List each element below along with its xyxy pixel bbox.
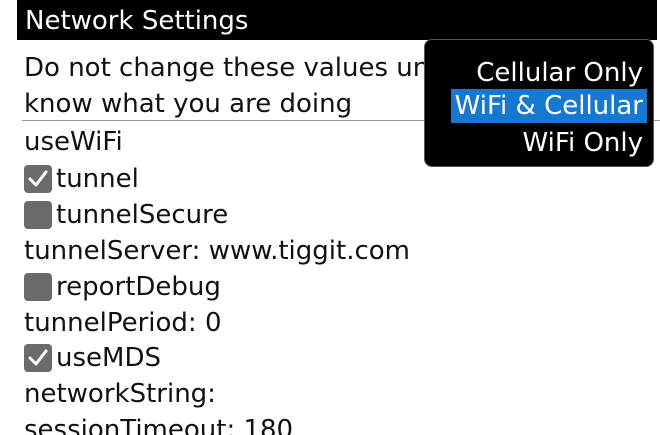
usemds-checkbox[interactable] <box>24 344 52 372</box>
sessiontimeout-text: sessionTimeout: 180 <box>24 415 294 435</box>
dropdown-option-cellular-only[interactable]: Cellular Only <box>472 56 647 90</box>
tunnel-checkbox[interactable] <box>24 165 52 193</box>
tunnelperiod-text: tunnelPeriod: 0 <box>24 308 222 338</box>
dropdown-option-wifi-only[interactable]: WiFi Only <box>519 126 647 160</box>
reportdebug-label: reportDebug <box>56 272 221 302</box>
tunnelperiod-field[interactable]: tunnelPeriod: 0 <box>24 306 222 340</box>
page-title: Network Settings <box>17 0 657 40</box>
networkstring-field[interactable]: networkString: <box>24 377 216 411</box>
tunnelserver-field[interactable]: tunnelServer: www.tiggit.com <box>24 234 410 268</box>
usemds-label: useMDS <box>56 343 161 373</box>
tunnelsecure-option[interactable]: tunnelSecure <box>24 198 228 232</box>
sessiontimeout-field[interactable]: sessionTimeout: 180 <box>24 413 293 435</box>
networkstring-text: networkString: <box>24 379 216 409</box>
reportdebug-option[interactable]: reportDebug <box>24 270 221 304</box>
network-settings-screen: Network Settings Do not change these val… <box>0 0 660 435</box>
tunnel-label: tunnel <box>56 164 139 194</box>
reportdebug-checkbox[interactable] <box>24 273 52 301</box>
usemds-option[interactable]: useMDS <box>24 341 161 375</box>
usewifi-field[interactable]: useWiFi <box>24 125 123 159</box>
tunnelserver-text: tunnelServer: www.tiggit.com <box>24 236 410 266</box>
checkmark-icon <box>28 170 48 187</box>
checkmark-icon <box>28 349 48 366</box>
usewifi-label: useWiFi <box>24 127 123 157</box>
tunnelsecure-label: tunnelSecure <box>56 200 229 230</box>
tunnelsecure-checkbox[interactable] <box>24 201 52 229</box>
tunnel-option[interactable]: tunnel <box>24 162 139 196</box>
dropdown-option-wifi-cellular[interactable]: WiFi & Cellular <box>450 89 647 123</box>
wifi-mode-dropdown[interactable]: Cellular Only WiFi & Cellular WiFi Only <box>424 39 654 167</box>
